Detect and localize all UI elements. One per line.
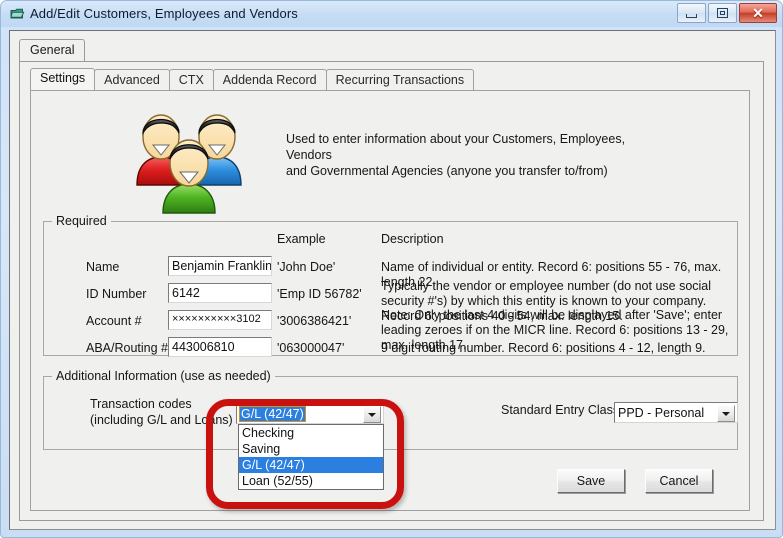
intro-line-1: Used to enter information about your Cus… bbox=[286, 132, 626, 162]
tab-addenda-record[interactable]: Addenda Record bbox=[212, 69, 327, 91]
title-bar[interactable]: Add/Edit Customers, Employees and Vendor… bbox=[1, 1, 782, 27]
dropdown-option-gl[interactable]: G/L (42/47) bbox=[239, 457, 383, 473]
transaction-codes-value: G/L (42/47) bbox=[239, 406, 306, 422]
additional-group-legend: Additional Information (use as needed) bbox=[52, 369, 275, 383]
example-column-header: Example bbox=[277, 232, 326, 246]
people-group-icon bbox=[121, 101, 261, 216]
id-number-input[interactable]: 6142 bbox=[168, 283, 272, 303]
aba-routing-description: 9 digit routing number. Record 6: positi… bbox=[381, 341, 706, 355]
chevron-down-icon[interactable] bbox=[363, 406, 381, 423]
dropdown-option-saving[interactable]: Saving bbox=[239, 441, 383, 457]
intro-line-2: and Governmental Agencies (anyone you tr… bbox=[286, 164, 608, 178]
transaction-codes-label-line1: Transaction codes bbox=[90, 397, 192, 411]
save-button[interactable]: Save bbox=[557, 469, 625, 493]
window-controls: ✕ bbox=[675, 3, 777, 24]
close-icon: ✕ bbox=[752, 5, 764, 21]
standard-entry-class-value: PPD - Personal bbox=[618, 406, 705, 420]
aba-routing-input[interactable]: 443006810 bbox=[168, 337, 272, 357]
dropdown-option-checking[interactable]: Checking bbox=[239, 425, 383, 441]
account-number-label: Account # bbox=[86, 314, 142, 328]
transaction-codes-combo[interactable]: G/L (42/47) bbox=[236, 403, 384, 424]
transaction-codes-dropdown-list[interactable]: Checking Saving G/L (42/47) Loan (52/55) bbox=[238, 424, 384, 490]
tab-recurring-transactions[interactable]: Recurring Transactions bbox=[325, 69, 475, 91]
aba-routing-label: ABA/Routing # bbox=[86, 341, 168, 355]
maximize-button[interactable] bbox=[708, 3, 737, 23]
transaction-codes-label-line2: (including G/L and Loans) bbox=[90, 413, 233, 427]
description-column-header: Description bbox=[381, 232, 444, 246]
intro-description: Used to enter information about your Cus… bbox=[286, 131, 646, 179]
application-window: Add/Edit Customers, Employees and Vendor… bbox=[0, 0, 783, 538]
minimize-button[interactable] bbox=[677, 3, 706, 23]
maximize-icon bbox=[717, 8, 728, 18]
desktop-background: Add/Edit Customers, Employees and Vendor… bbox=[0, 0, 783, 538]
tab-advanced[interactable]: Advanced bbox=[94, 69, 170, 91]
outer-tabstrip: General bbox=[19, 39, 764, 62]
tab-ctx[interactable]: CTX bbox=[168, 69, 214, 91]
account-number-input[interactable]: ××××××××××3102 bbox=[168, 310, 272, 330]
id-number-label: ID Number bbox=[86, 287, 147, 301]
id-number-example: 'Emp ID 56782' bbox=[277, 287, 362, 301]
tab-general[interactable]: General bbox=[19, 39, 86, 62]
aba-routing-example: '063000047' bbox=[277, 341, 345, 355]
cancel-button[interactable]: Cancel bbox=[645, 469, 713, 493]
required-group-legend: Required bbox=[52, 214, 111, 228]
minimize-icon bbox=[686, 13, 697, 18]
account-number-example: '3006386421' bbox=[277, 314, 352, 328]
required-group: Required Example Description Name Benjam… bbox=[43, 214, 738, 357]
window-client-area: General Settings Advanced CTX Addenda Re… bbox=[9, 30, 776, 530]
name-label: Name bbox=[86, 260, 120, 274]
standard-entry-class-label: Standard Entry Class bbox=[501, 403, 620, 417]
window-folder-icon bbox=[10, 7, 25, 21]
inner-tabstrip: Settings Advanced CTX Addenda Record Rec… bbox=[30, 68, 475, 91]
window-title: Add/Edit Customers, Employees and Vendor… bbox=[30, 6, 298, 21]
standard-entry-class-combo[interactable]: PPD - Personal bbox=[614, 402, 738, 423]
name-example: 'John Doe' bbox=[277, 260, 336, 274]
tab-settings[interactable]: Settings bbox=[30, 68, 96, 91]
settings-tab-panel: Used to enter information about your Cus… bbox=[30, 90, 750, 511]
general-tab-panel: Settings Advanced CTX Addenda Record Rec… bbox=[19, 61, 764, 521]
close-button[interactable]: ✕ bbox=[739, 3, 777, 23]
chevron-down-icon-sec[interactable] bbox=[717, 405, 735, 422]
dropdown-option-loan[interactable]: Loan (52/55) bbox=[239, 473, 383, 489]
name-input[interactable]: Benjamin Franklin bbox=[168, 256, 272, 276]
